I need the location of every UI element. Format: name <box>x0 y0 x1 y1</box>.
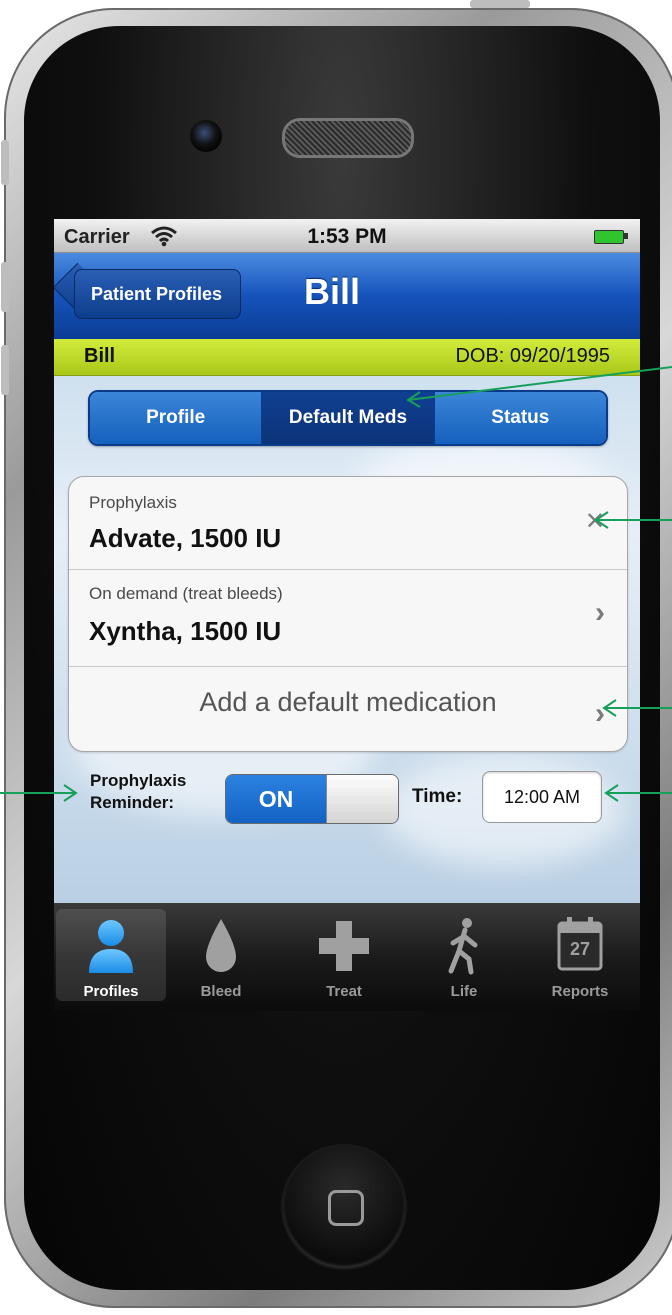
annotation-layer <box>0 366 672 802</box>
annotation-arrow <box>407 366 672 401</box>
back-button-label: Patient Profiles <box>91 283 223 304</box>
